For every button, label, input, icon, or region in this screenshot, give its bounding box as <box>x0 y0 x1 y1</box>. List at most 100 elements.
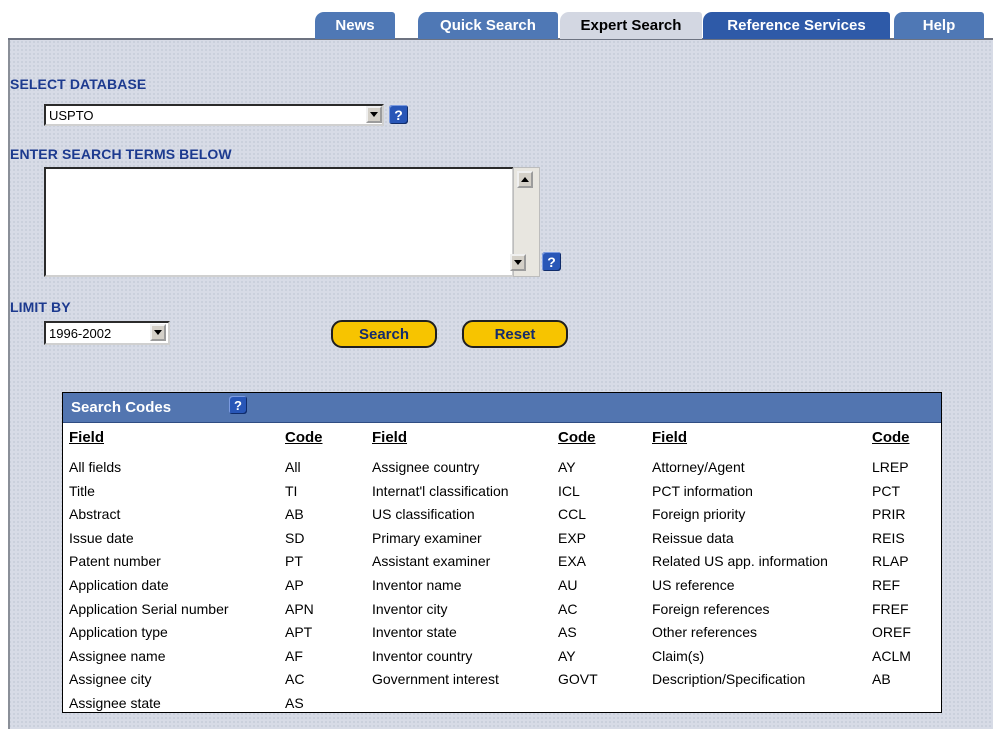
search-code-field-name: Assignee state <box>69 695 161 711</box>
search-code-field-name: PCT information <box>652 482 753 499</box>
database-select-value: USPTO <box>49 107 94 123</box>
chevron-down-icon <box>154 330 162 335</box>
database-select-dropdown-button[interactable] <box>366 106 382 123</box>
search-code-value: AS <box>558 624 577 641</box>
search-button[interactable]: Search <box>331 320 437 348</box>
search-code-field-name: Reissue data <box>652 529 734 546</box>
search-codes-table: Search Codes ? Field Code Field Code Field Co… <box>62 392 942 713</box>
database-help-icon[interactable]: ? <box>389 105 408 124</box>
search-code-value: AC <box>558 600 578 617</box>
search-code-field-name: Attorney/Agent <box>652 459 745 475</box>
search-code-value: APN <box>285 600 314 617</box>
reset-button[interactable]: Reset <box>462 320 568 348</box>
scroll-up-button[interactable] <box>517 171 533 188</box>
search-code-field-name: Inventor city <box>372 600 448 617</box>
search-terms-scrollbar[interactable] <box>510 167 540 277</box>
search-code-field-name: Title <box>69 482 95 499</box>
search-code-field-name: US reference <box>652 577 735 593</box>
search-code-value: LREP <box>872 459 909 475</box>
search-code-value: REIS <box>872 529 905 546</box>
search-code-value: PCT <box>872 482 900 499</box>
search-code-value: REF <box>872 577 900 593</box>
search-code-field-name: Related US app. information <box>652 553 828 570</box>
tab-reference-services[interactable]: Reference Services <box>703 12 890 39</box>
search-terms-textarea[interactable] <box>44 167 514 277</box>
tab-help[interactable]: Help <box>894 12 984 39</box>
chevron-up-icon <box>521 177 529 182</box>
search-code-field-name: Issue date <box>69 529 134 546</box>
chevron-down-icon <box>370 112 378 117</box>
limit-by-dropdown-button[interactable] <box>150 324 166 341</box>
search-code-field-name: Inventor name <box>372 577 462 593</box>
search-code-field-name: Foreign priority <box>652 506 746 523</box>
search-code-value: FREF <box>872 600 909 617</box>
search-code-field-name: Application date <box>69 577 169 593</box>
code-column-header: Code <box>872 429 910 446</box>
search-codes-title: Search Codes <box>71 399 172 416</box>
search-code-value: GOVT <box>558 671 598 688</box>
field-column-header: Field <box>652 429 688 446</box>
search-terms-label: ENTER SEARCH TERMS BELOW <box>10 146 232 162</box>
search-code-value: AC <box>285 671 305 688</box>
code-column-header: Code <box>558 429 596 446</box>
search-code-value: AP <box>285 577 304 593</box>
field-column-header: Field <box>372 429 408 446</box>
search-code-field-name: US classification <box>372 506 475 523</box>
search-code-value: TI <box>285 482 298 499</box>
limit-by-label: LIMIT BY <box>10 299 71 315</box>
search-code-value: PRIR <box>872 506 906 523</box>
search-code-field-name: Primary examiner <box>372 529 482 546</box>
search-code-field-name: Patent number <box>69 553 161 570</box>
search-code-value: ICL <box>558 482 580 499</box>
search-code-value: AY <box>558 647 576 664</box>
page: News Quick Search Expert Search Referenc… <box>0 0 993 729</box>
search-code-value: AF <box>285 647 303 664</box>
search-code-value: All <box>285 459 301 475</box>
search-code-value: EXP <box>558 529 587 546</box>
search-code-value: OREF <box>872 624 911 641</box>
search-terms-help-icon[interactable]: ? <box>542 252 561 271</box>
search-code-value: APT <box>285 624 313 641</box>
search-code-field-name: Assistant examiner <box>372 553 491 570</box>
search-code-value: EXA <box>558 553 587 570</box>
search-code-value: SD <box>285 529 305 546</box>
search-code-value: ACLM <box>872 647 911 664</box>
panel-left-border <box>8 40 10 729</box>
search-code-field-name: Internat'l classification <box>372 482 509 499</box>
search-code-field-name: Application Serial number <box>69 600 229 617</box>
select-database-label: SELECT DATABASE <box>10 76 147 92</box>
search-code-field-name: Claim(s) <box>652 647 705 664</box>
search-codes-header: Search Codes ? <box>63 393 941 423</box>
chevron-down-icon <box>514 260 522 265</box>
search-code-value: AB <box>872 671 891 688</box>
search-code-value: AU <box>558 577 578 593</box>
search-code-field-name: All fields <box>69 459 122 475</box>
search-code-value: AS <box>285 695 304 711</box>
tab-quick-search[interactable]: Quick Search <box>418 12 558 39</box>
search-codes-help-icon[interactable]: ? <box>229 396 247 414</box>
search-code-field-name: Other references <box>652 624 758 641</box>
search-code-field-name: Application type <box>69 624 168 641</box>
tab-news[interactable]: News <box>315 12 395 39</box>
top-margin <box>0 0 993 12</box>
search-code-field-name: Assignee name <box>69 647 166 664</box>
search-code-value: RLAP <box>872 553 909 570</box>
search-code-value: AB <box>285 506 304 523</box>
search-code-field-name: Inventor country <box>372 647 473 664</box>
search-code-field-name: Assignee city <box>69 671 152 688</box>
search-code-field-name: Inventor state <box>372 624 457 641</box>
search-code-value: PT <box>285 553 303 570</box>
code-column-header: Code <box>285 429 323 446</box>
limit-by-select-value: 1996-2002 <box>49 325 112 341</box>
database-select[interactable]: USPTO <box>44 104 384 126</box>
tab-expert-search[interactable]: Expert Search <box>560 12 702 39</box>
search-code-value: CCL <box>558 506 587 523</box>
search-code-field-name: Description/Specification <box>652 671 806 688</box>
search-code-field-name: Assignee country <box>372 459 480 475</box>
field-column-header: Field <box>69 429 105 446</box>
search-code-field-name: Government interest <box>372 671 499 688</box>
scroll-down-button[interactable] <box>510 254 526 271</box>
search-code-value: AY <box>558 459 576 475</box>
search-code-field-name: Foreign references <box>652 600 770 617</box>
search-code-field-name: Abstract <box>69 506 121 523</box>
